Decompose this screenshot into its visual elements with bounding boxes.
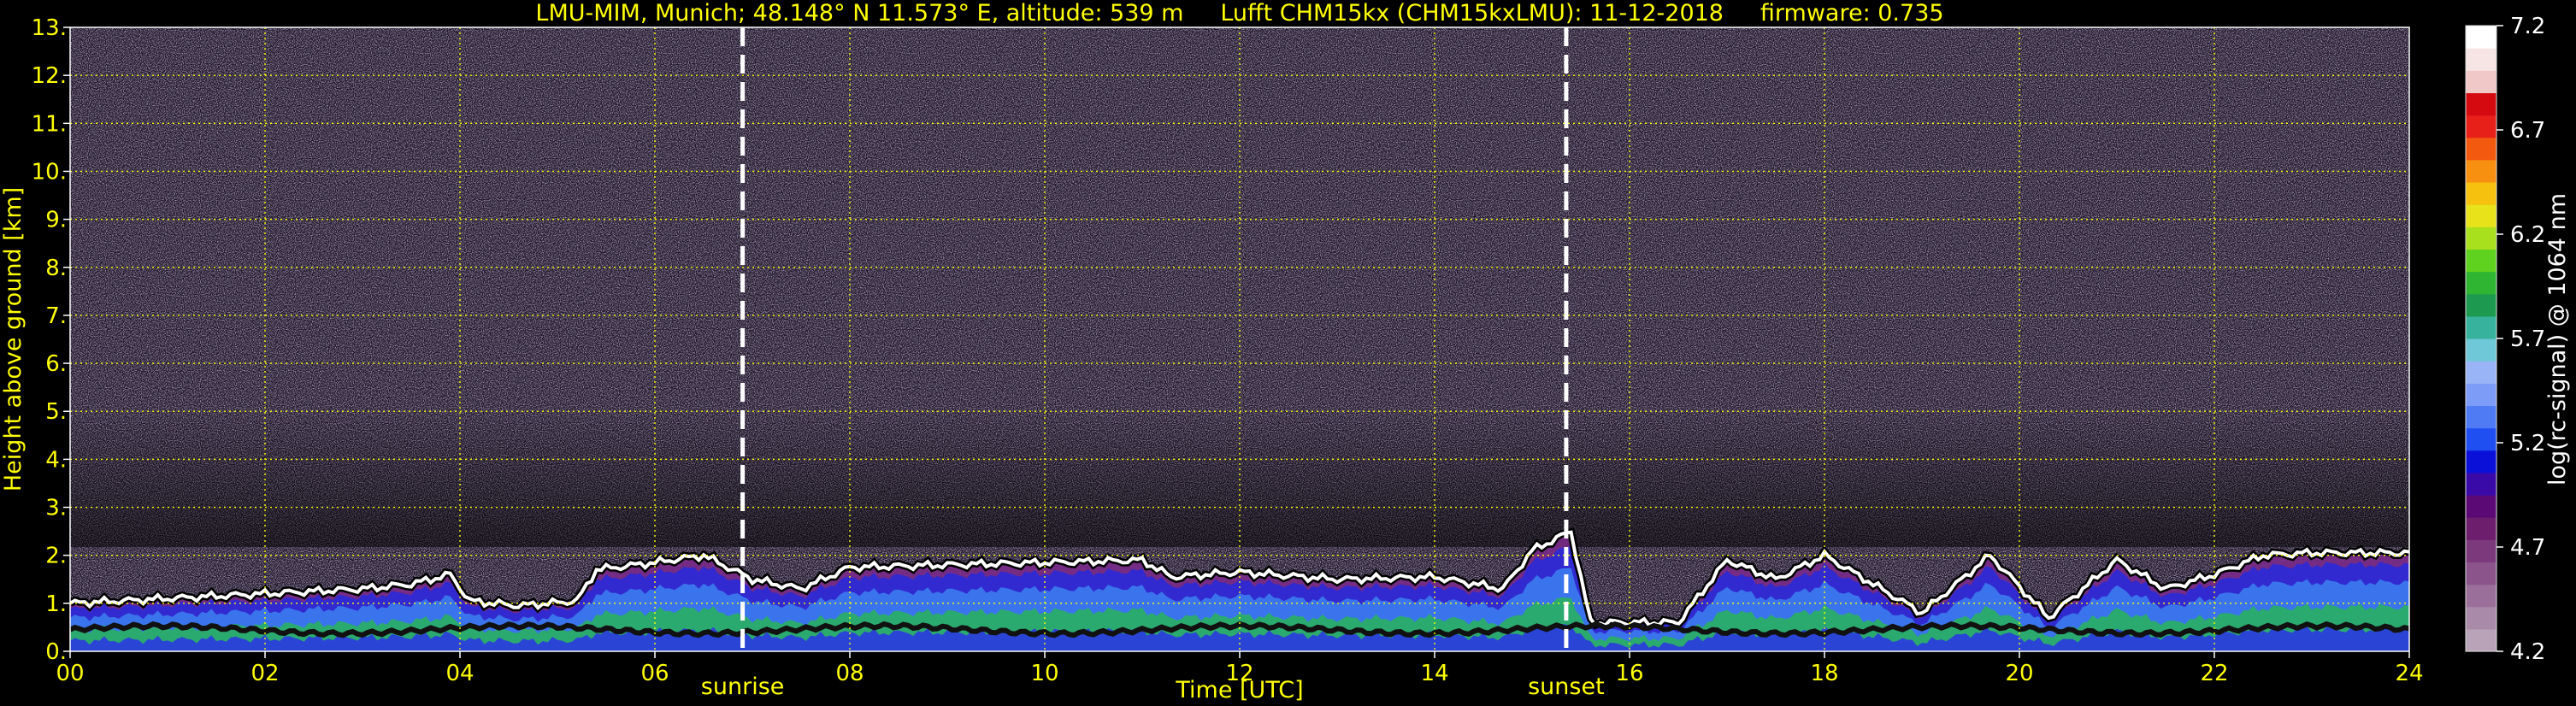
colorbar-segment (2466, 562, 2496, 585)
y-tick-label: 4. (45, 447, 67, 473)
sunrise-label: sunrise (701, 674, 785, 700)
y-tick-label: 2. (45, 544, 67, 569)
y-axis-ticks: 0. 1. 2. 3. 4. 5. 6. 7. 8. 9. 10. 11. 12. 13. (32, 15, 67, 665)
colorbar-segment (2466, 26, 2496, 49)
y-tick-label: 3. (45, 496, 67, 521)
y-tick-label: 12. (32, 63, 67, 89)
y-tick-label: 5. (45, 399, 67, 425)
x-tick-label: 08 (835, 661, 864, 686)
colorbar-segment (2466, 137, 2496, 161)
colorbar-tick-label: 6.2 (2510, 222, 2545, 248)
colorbar-segment (2466, 315, 2496, 339)
x-tick-label: 04 (445, 661, 474, 686)
x-tick-label: 14 (1420, 661, 1448, 686)
colorbar-segment (2466, 361, 2496, 384)
colorbar-segment (2466, 115, 2496, 138)
colorbar-segment (2466, 227, 2496, 250)
y-tick-label: 7. (45, 303, 67, 329)
colorbar-segment (2466, 427, 2496, 451)
x-tick-label: 10 (1030, 661, 1058, 686)
colorbar-segment (2466, 606, 2496, 630)
colorbar-segment (2466, 204, 2496, 227)
colorbar-segment (2466, 182, 2496, 205)
x-tick-label: 18 (1810, 661, 1838, 686)
y-tick-label: 9. (45, 208, 67, 233)
colorbar-segment (2466, 584, 2496, 608)
x-tick-label: 22 (2200, 661, 2228, 686)
colorbar-tick-label: 6.7 (2510, 118, 2545, 144)
chart-title: LMU-MIM, Munich; 48.148° N 11.573° E, al… (535, 0, 1943, 26)
colorbar-tick-label: 4.7 (2510, 535, 2545, 561)
colorbar-segment (2466, 293, 2496, 317)
x-tick-label: 06 (640, 661, 669, 686)
colorbar-segment (2466, 383, 2496, 407)
colorbar-segment (2466, 495, 2496, 518)
colorbar-tick-label: 4.2 (2510, 639, 2545, 665)
x-tick-label: 16 (1615, 661, 1643, 686)
colorbar-label: log(rc-signal) @ 1064 nm (2544, 193, 2571, 485)
colorbar-segment (2466, 338, 2496, 362)
colorbar-segment (2466, 92, 2496, 116)
y-tick-label: 1. (45, 591, 67, 617)
colorbar-segment (2466, 48, 2496, 71)
colorbar-segment (2466, 539, 2496, 563)
colorbar-segment (2466, 70, 2496, 94)
colorbar: 4.2 4.7 5.2 5.7 6.2 6.7 7.2 (2465, 14, 2545, 665)
y-tick-label: 10. (32, 159, 67, 185)
colorbar-segment (2466, 249, 2496, 273)
x-tick-label: 20 (2005, 661, 2033, 686)
colorbar-tick-label: 5.2 (2510, 431, 2545, 456)
y-tick-label: 8. (45, 256, 67, 281)
y-tick-label: 13. (32, 15, 67, 41)
sunset-label: sunset (1528, 674, 1605, 700)
colorbar-segment (2466, 517, 2496, 540)
y-axis-label: Height above ground [km] (0, 187, 27, 491)
colorbar-tick-label: 7.2 (2510, 14, 2545, 39)
colorbar-segment (2466, 405, 2496, 429)
colorbar-segment (2466, 628, 2496, 652)
colorbar-segment (2466, 159, 2496, 183)
y-tick-label: 11. (32, 111, 67, 137)
colorbar-segment (2466, 472, 2496, 496)
colorbar-segment (2466, 271, 2496, 295)
y-tick-label: 6. (45, 351, 67, 377)
lidar-quicklook-chart: sunrise sunset 00 02 04 06 08 10 12 14 16 18 20 22 24… (0, 0, 2571, 703)
y-tick-label: 0. (45, 639, 67, 665)
colorbar-tick-label: 5.7 (2510, 327, 2545, 352)
x-tick-label: 24 (2395, 661, 2423, 686)
x-axis-label: Time [UTC] (1175, 677, 1303, 703)
colorbar-segment (2466, 450, 2496, 474)
x-tick-label: 02 (251, 661, 279, 686)
